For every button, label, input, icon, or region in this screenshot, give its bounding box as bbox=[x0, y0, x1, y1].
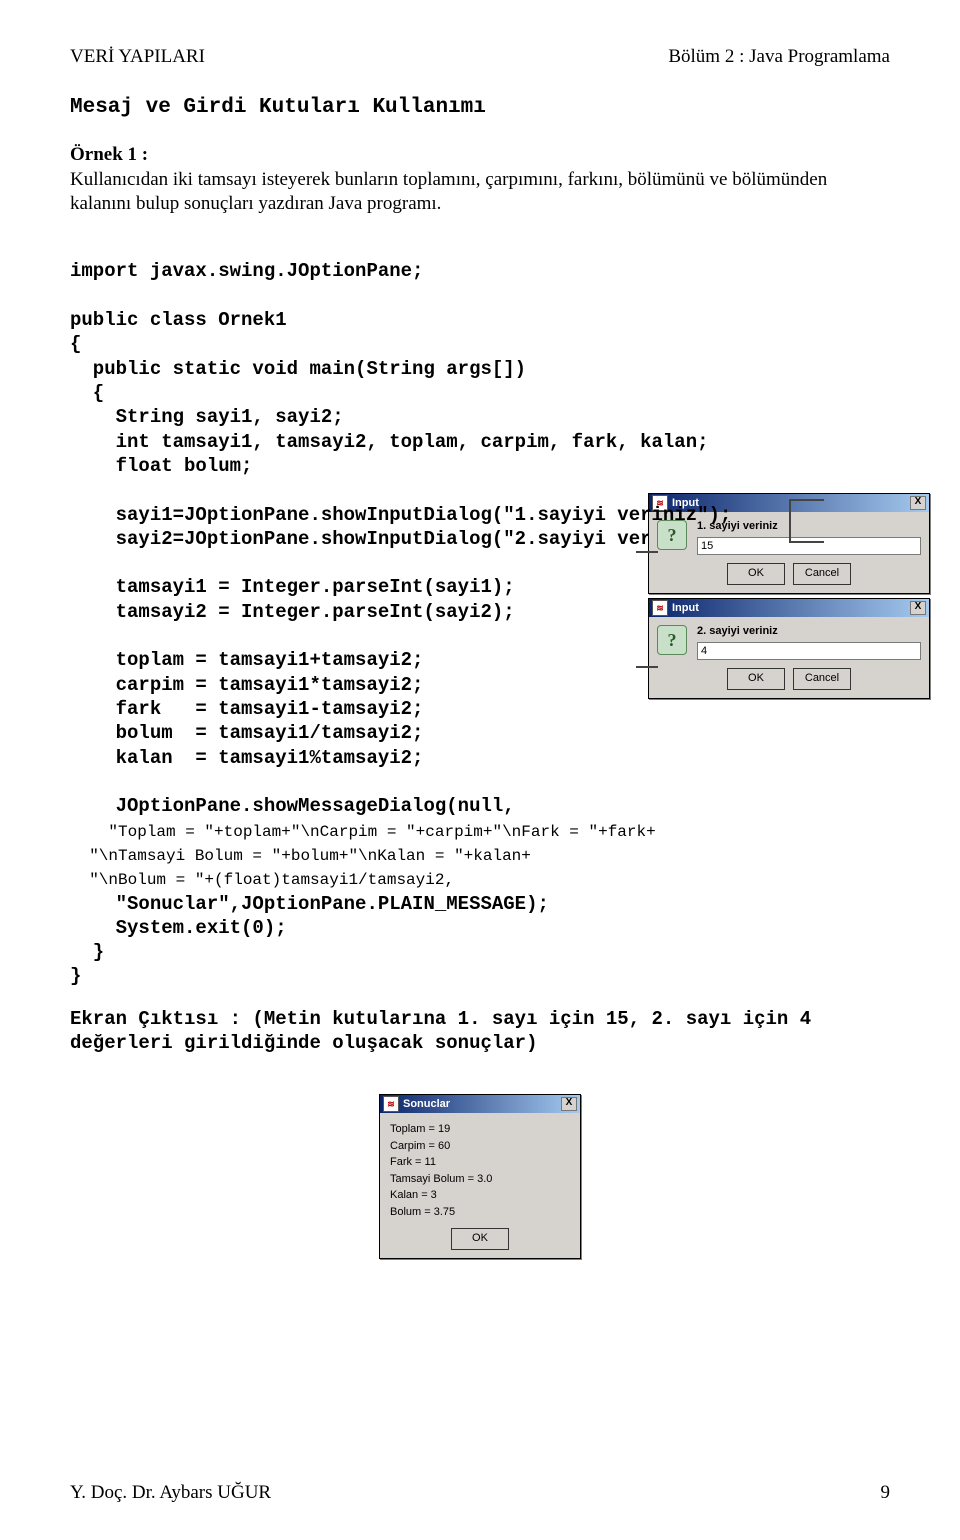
section-title: Mesaj ve Girdi Kutuları Kullanımı bbox=[70, 96, 890, 119]
output-note: Ekran Çıktısı : (Metin kutularına 1. say… bbox=[70, 1007, 890, 1056]
result-line-tamsayi-bolum: Tamsayi Bolum = 3.0 bbox=[390, 1171, 570, 1188]
close-icon[interactable]: X bbox=[910, 496, 926, 510]
java-icon: ≋ bbox=[383, 1096, 399, 1112]
ok-button[interactable]: OK bbox=[451, 1228, 509, 1250]
footer-page: 9 bbox=[881, 1482, 891, 1504]
header-left: VERİ YAPILARI bbox=[70, 46, 205, 68]
result-line-carpim: Carpim = 60 bbox=[390, 1138, 570, 1155]
code-block: import javax.swing.JOptionPane; public c… bbox=[70, 235, 890, 989]
result-title: Sonuclar bbox=[403, 1098, 450, 1110]
close-icon[interactable]: X bbox=[910, 601, 926, 615]
header-right: Bölüm 2 : Java Programlama bbox=[668, 46, 890, 68]
example-heading: Örnek 1 : bbox=[70, 144, 148, 165]
result-line-toplam: Toplam = 19 bbox=[390, 1121, 570, 1138]
arrow-connector bbox=[789, 499, 791, 543]
footer-author: Y. Doç. Dr. Aybars UĞUR bbox=[70, 1482, 271, 1504]
result-line-bolum: Bolum = 3.75 bbox=[390, 1204, 570, 1221]
close-icon[interactable]: X bbox=[561, 1097, 577, 1111]
example-description: Kullanıcıdan iki tamsayı isteyerek bunla… bbox=[70, 169, 827, 215]
result-line-kalan: Kalan = 3 bbox=[390, 1187, 570, 1204]
result-line-fark: Fark = 11 bbox=[390, 1154, 570, 1171]
result-dialog: ≋ Sonuclar X Toplam = 19 Carpim = 60 Far… bbox=[379, 1094, 581, 1259]
